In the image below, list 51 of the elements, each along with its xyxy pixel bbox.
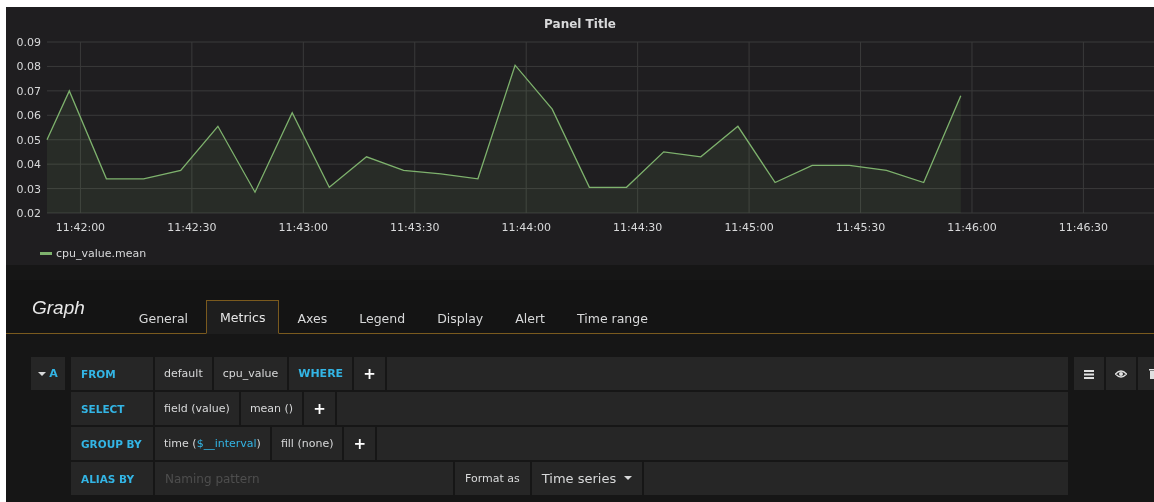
y-axis-label: 0.05	[16, 133, 41, 147]
eye-icon	[1115, 367, 1127, 380]
query-segment[interactable]: fill (none)	[271, 427, 343, 460]
x-axis-label: 11:43:00	[278, 221, 328, 234]
y-axis-label: 0.09	[16, 36, 41, 49]
menu-icon	[1083, 367, 1095, 380]
editor-title: Graph	[32, 297, 85, 319]
query-keyword: SELECT	[71, 392, 153, 425]
query-keyword: ALIAS BY	[71, 462, 153, 495]
keyword-segment[interactable]: WHERE	[289, 357, 353, 390]
tab[interactable]: Metrics	[206, 300, 280, 334]
tab[interactable]: Axes	[283, 301, 342, 334]
tab[interactable]: Alert	[501, 301, 559, 334]
tab[interactable]: Display	[423, 301, 498, 334]
format-label: Format as	[455, 462, 530, 495]
x-axis-label: 11:44:30	[612, 221, 663, 234]
y-axis-label: 0.07	[16, 84, 41, 98]
y-axis-label: 0.03	[16, 182, 41, 196]
query-keyword: GROUP BY	[71, 427, 153, 460]
query-segment[interactable]: default	[155, 357, 212, 390]
query-segment[interactable]: mean ()	[240, 392, 303, 425]
x-axis-label: 11:45:30	[835, 221, 886, 234]
x-axis-label: 11:46:00	[947, 221, 997, 234]
x-axis-label: 11:43:30	[390, 221, 440, 234]
x-axis-label: 11:44:00	[501, 221, 551, 234]
panel-title: Panel Title	[544, 17, 616, 31]
tab[interactable]: Legend	[345, 301, 420, 334]
y-axis-label: 0.04	[16, 158, 41, 172]
add-button[interactable]: +	[354, 357, 385, 390]
caret-down-icon	[624, 476, 633, 481]
add-button[interactable]: +	[344, 427, 375, 460]
x-axis-label: 11:42:30	[167, 221, 217, 234]
x-axis-label: 11:45:00	[724, 221, 774, 234]
tab[interactable]: General	[124, 301, 203, 334]
format-dropdown[interactable]: Time series	[531, 462, 643, 495]
query-segment[interactable]: cpu_value	[213, 357, 288, 390]
query-keyword: FROM	[71, 357, 153, 390]
menu-button[interactable]	[1074, 357, 1104, 390]
query-segment[interactable]: field (value)	[155, 392, 239, 425]
tab[interactable]: Time range	[563, 301, 662, 334]
legend-label[interactable]: cpu_value.mean	[56, 247, 147, 260]
query-toggle[interactable]: A	[31, 357, 65, 390]
y-axis-label: 0.06	[16, 109, 41, 123]
y-axis-label: 0.08	[16, 60, 41, 74]
y-axis-label: 0.02	[16, 207, 41, 220]
query-segment[interactable]: time ($__interval)	[155, 427, 270, 460]
x-axis-label: 11:46:30	[1058, 221, 1109, 234]
eye-button[interactable]	[1106, 357, 1136, 390]
add-button[interactable]: +	[304, 392, 335, 425]
caret-down-icon	[38, 370, 47, 377]
x-axis-label: 11:42:00	[55, 221, 106, 234]
